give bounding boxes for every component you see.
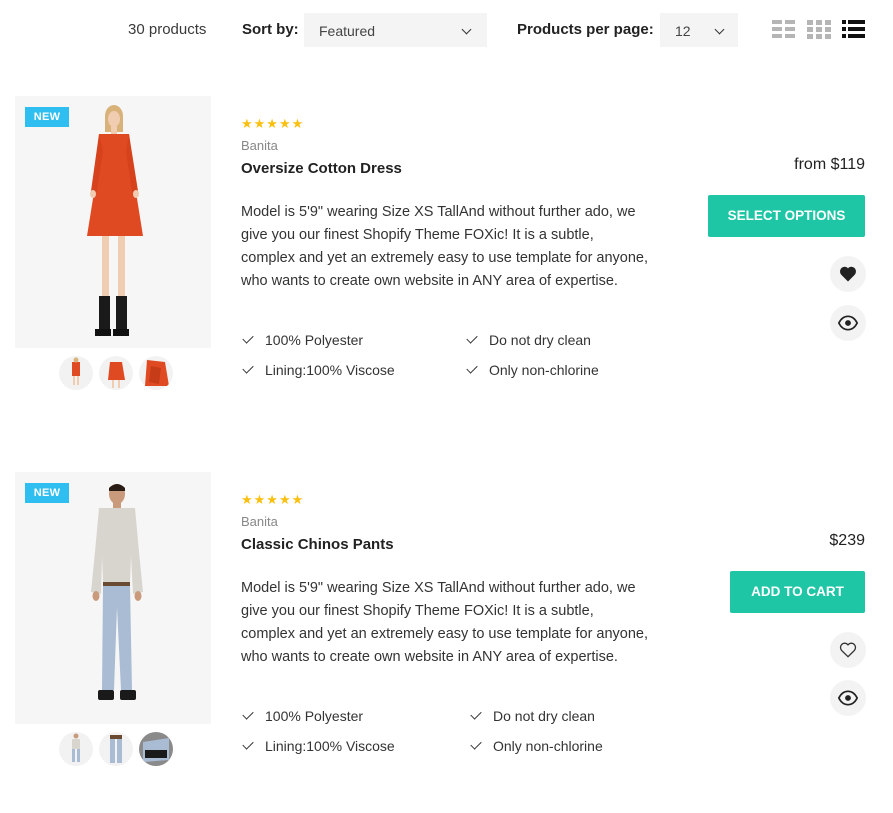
check-icon xyxy=(470,738,482,750)
chevron-down-icon xyxy=(461,24,472,35)
product-title[interactable]: Oversize Cotton Dress xyxy=(241,160,402,177)
eye-icon xyxy=(838,315,858,331)
feature-item: 100% Polyester xyxy=(241,332,363,348)
eye-icon xyxy=(838,690,858,706)
chevron-down-icon xyxy=(714,24,725,35)
per-page-select-value: 12 xyxy=(675,23,691,39)
product-image[interactable]: NEW xyxy=(15,96,211,348)
thumbnail[interactable] xyxy=(139,356,173,390)
product-price: from $119 xyxy=(794,156,865,173)
heart-filled-icon xyxy=(840,266,856,282)
product-description: Model is 5'9" wearing Size XS TallAnd wi… xyxy=(241,204,649,289)
product-image[interactable]: NEW xyxy=(15,472,211,724)
rating-stars: ★★★★★ xyxy=(241,116,305,131)
check-icon xyxy=(470,708,482,720)
product-price: $239 xyxy=(829,532,865,549)
per-page-select[interactable]: 12 xyxy=(660,13,738,47)
check-icon xyxy=(242,332,254,344)
product-brand[interactable]: Banita xyxy=(241,138,278,153)
thumbnail[interactable] xyxy=(59,732,93,766)
quick-view-button[interactable] xyxy=(830,305,866,341)
feature-label: 100% Polyester xyxy=(265,332,364,348)
grid-list-icon[interactable] xyxy=(772,19,796,39)
quick-view-button[interactable] xyxy=(830,680,866,716)
product-count: 30 products xyxy=(128,21,207,38)
grid-small-icon[interactable] xyxy=(807,19,831,39)
select-options-button[interactable]: SELECT OPTIONS xyxy=(708,195,865,237)
new-badge: NEW xyxy=(25,107,69,127)
check-icon xyxy=(466,362,478,374)
product-title[interactable]: Classic Chinos Pants xyxy=(241,536,394,553)
thumbnail[interactable] xyxy=(99,732,133,766)
rating-stars: ★★★★★ xyxy=(241,492,305,507)
feature-label: Only non-chlorine xyxy=(493,738,603,754)
feature-label: Lining:100% Viscose xyxy=(265,738,395,754)
per-page-label: Products per page: xyxy=(517,21,654,38)
product-photo-dress xyxy=(87,105,143,336)
sort-select-value: Featured xyxy=(319,23,376,39)
product-description: Model is 5'9" wearing Size XS TallAnd wi… xyxy=(241,580,649,665)
feature-item: Do not dry clean xyxy=(465,332,591,348)
list-view-icon[interactable] xyxy=(842,19,866,39)
thumbnail[interactable] xyxy=(139,732,173,766)
add-to-cart-button[interactable]: ADD TO CART xyxy=(730,571,865,613)
feature-label: Do not dry clean xyxy=(489,332,591,348)
feature-label: Only non-chlorine xyxy=(489,362,599,378)
feature-item: Lining:100% Viscose xyxy=(241,362,395,378)
product-thumbnails xyxy=(0,356,226,392)
check-icon xyxy=(242,708,254,720)
thumbnail[interactable] xyxy=(59,356,93,390)
wishlist-button[interactable] xyxy=(830,256,866,292)
heart-outline-icon xyxy=(839,642,857,658)
feature-label: 100% Polyester xyxy=(265,708,364,724)
new-badge: NEW xyxy=(25,483,69,503)
check-icon xyxy=(242,362,254,374)
product-thumbnails xyxy=(0,732,226,768)
product-brand[interactable]: Banita xyxy=(241,514,278,529)
sort-label: Sort by: xyxy=(242,21,299,38)
thumbnail[interactable] xyxy=(99,356,133,390)
sort-select[interactable]: Featured xyxy=(304,13,487,47)
feature-item: Do not dry clean xyxy=(469,708,595,724)
check-icon xyxy=(466,332,478,344)
feature-item: Only non-chlorine xyxy=(465,362,599,378)
check-icon xyxy=(242,738,254,750)
wishlist-button[interactable] xyxy=(830,632,866,668)
feature-item: Only non-chlorine xyxy=(469,738,603,754)
feature-label: Lining:100% Viscose xyxy=(265,362,395,378)
feature-item: 100% Polyester xyxy=(241,708,363,724)
feature-item: Lining:100% Viscose xyxy=(241,738,395,754)
feature-label: Do not dry clean xyxy=(493,708,595,724)
collection-toolbar: 30 products Sort by: Featured Products p… xyxy=(0,0,893,62)
product-photo-pants xyxy=(91,484,143,700)
